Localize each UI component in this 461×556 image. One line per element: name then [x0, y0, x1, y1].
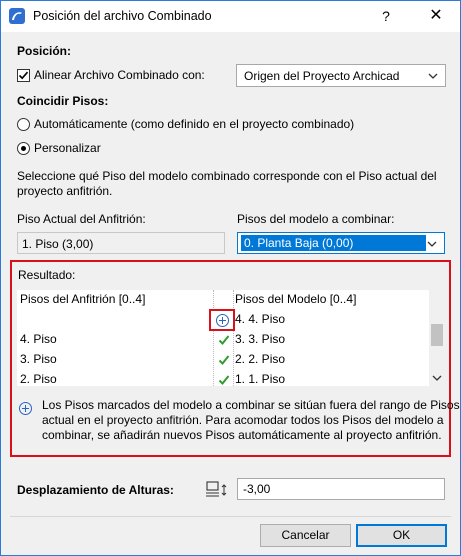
custom-radio[interactable]: [17, 142, 30, 155]
radio-selected-dot: [21, 146, 26, 151]
elevation-offset-icon: [206, 481, 227, 497]
position-heading: Posición:: [17, 44, 72, 58]
host-story-cell: 2. Piso: [20, 372, 57, 386]
list-scrollbar[interactable]: [429, 290, 445, 386]
host-story-cell: 4. Piso: [20, 332, 57, 346]
list-header-row: Pisos del Anfitrión [0..4] Pisos del Mod…: [17, 290, 429, 310]
offset-value: -3,00: [243, 482, 271, 496]
check-icon: [218, 335, 230, 345]
add-story-icon[interactable]: [216, 314, 229, 327]
chevron-down-icon: [427, 241, 437, 247]
model-story-cell: 1. 1. Piso: [235, 372, 286, 386]
stories-heading: Coincidir Pisos:: [17, 94, 109, 108]
window-title: Posición del archivo Combinado: [33, 9, 212, 23]
host-story-label: Piso Actual del Anfitrión:: [17, 212, 146, 226]
model-story-cell: 4. 4. Piso: [235, 312, 286, 326]
host-story-field: 1. Piso (3,00): [17, 232, 225, 254]
scrollbar-thumb[interactable]: [431, 324, 443, 346]
help-button[interactable]: ?: [373, 5, 399, 27]
scroll-down-icon[interactable]: [432, 374, 442, 382]
note-line-3: combinar, se añadirán nuevos Pisos autom…: [42, 428, 442, 442]
host-story-value: 1. Piso (3,00): [22, 237, 94, 251]
close-button[interactable]: ✕: [421, 5, 451, 27]
table-row[interactable]: 2. Piso 1. 1. Piso: [17, 370, 429, 386]
note-line-1: Los Pisos marcados del modelo a combinar…: [42, 398, 460, 412]
table-row[interactable]: 4. 4. Piso: [17, 309, 429, 331]
dialog-window: Posición del archivo Combinado ? ✕ Posic…: [0, 0, 461, 556]
story-mapping-list[interactable]: Pisos del Anfitrión [0..4] Pisos del Mod…: [17, 290, 445, 386]
title-bar: Posición del archivo Combinado ? ✕: [1, 1, 460, 32]
result-heading: Resultado:: [18, 268, 76, 282]
add-story-info-icon: [19, 402, 32, 415]
model-column-header: Pisos del Modelo [0..4]: [235, 292, 357, 306]
align-checkbox[interactable]: [17, 69, 30, 82]
offset-label: Desplazamiento de Alturas:: [17, 483, 174, 497]
auto-radio-label: Automáticamente (como definido en el pro…: [34, 117, 355, 131]
model-story-select[interactable]: 0. Planta Baja (0,00): [237, 232, 445, 254]
custom-radio-label: Personalizar: [34, 141, 101, 155]
model-story-cell: 2. 2. Piso: [235, 352, 286, 366]
offset-input[interactable]: -3,00: [237, 478, 445, 500]
description-line-2: proyecto anfitrión.: [17, 184, 113, 198]
divider: [10, 516, 451, 517]
align-select[interactable]: Origen del Proyecto Archicad: [236, 64, 446, 87]
table-row[interactable]: 3. Piso 2. 2. Piso: [17, 350, 429, 370]
host-story-cell: 3. Piso: [20, 352, 57, 366]
checkmark-icon: [18, 71, 29, 80]
ok-button[interactable]: OK: [356, 524, 447, 547]
model-story-label: Pisos del modelo a combinar:: [237, 212, 395, 226]
model-story-cell: 3. 3. Piso: [235, 332, 286, 346]
description-line-1: Seleccione qué Piso del modelo combinado…: [17, 169, 437, 183]
model-story-value: 0. Planta Baja (0,00): [244, 236, 354, 250]
note-line-2: actual en el proyecto anfitrión. Para ac…: [42, 413, 444, 427]
table-row[interactable]: 4. Piso 3. 3. Piso: [17, 330, 429, 350]
host-column-header: Pisos del Anfitrión [0..4]: [20, 292, 146, 306]
chevron-down-icon: [428, 73, 438, 79]
archicad-app-icon: [9, 8, 25, 24]
cancel-button[interactable]: Cancelar: [260, 524, 351, 547]
check-icon: [218, 355, 230, 365]
check-icon: [218, 375, 230, 385]
auto-radio[interactable]: [17, 118, 30, 131]
align-label: Alinear Archivo Combinado con:: [34, 68, 205, 82]
align-select-value: Origen del Proyecto Archicad: [244, 69, 400, 83]
